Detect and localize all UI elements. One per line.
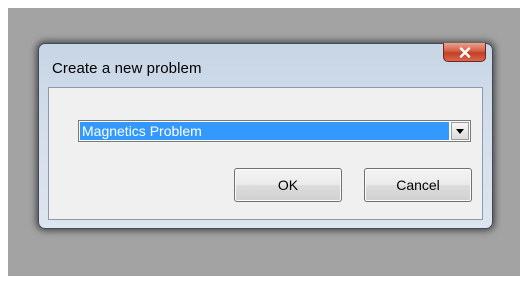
close-x-icon bbox=[459, 46, 470, 58]
dropdown-arrow-button[interactable] bbox=[451, 122, 469, 140]
problem-type-selected: Magnetics Problem bbox=[80, 122, 449, 140]
create-problem-dialog: Create a new problem Magnetics Problem O… bbox=[38, 43, 493, 229]
ok-button[interactable]: OK bbox=[234, 168, 342, 202]
dialog-body: Magnetics Problem OK Cancel bbox=[48, 87, 483, 220]
dropdown-arrow-icon bbox=[456, 128, 464, 134]
cancel-button[interactable]: Cancel bbox=[364, 168, 472, 202]
problem-type-dropdown[interactable]: Magnetics Problem bbox=[78, 120, 471, 142]
close-button[interactable] bbox=[443, 43, 486, 62]
dialog-title: Create a new problem bbox=[52, 60, 202, 77]
